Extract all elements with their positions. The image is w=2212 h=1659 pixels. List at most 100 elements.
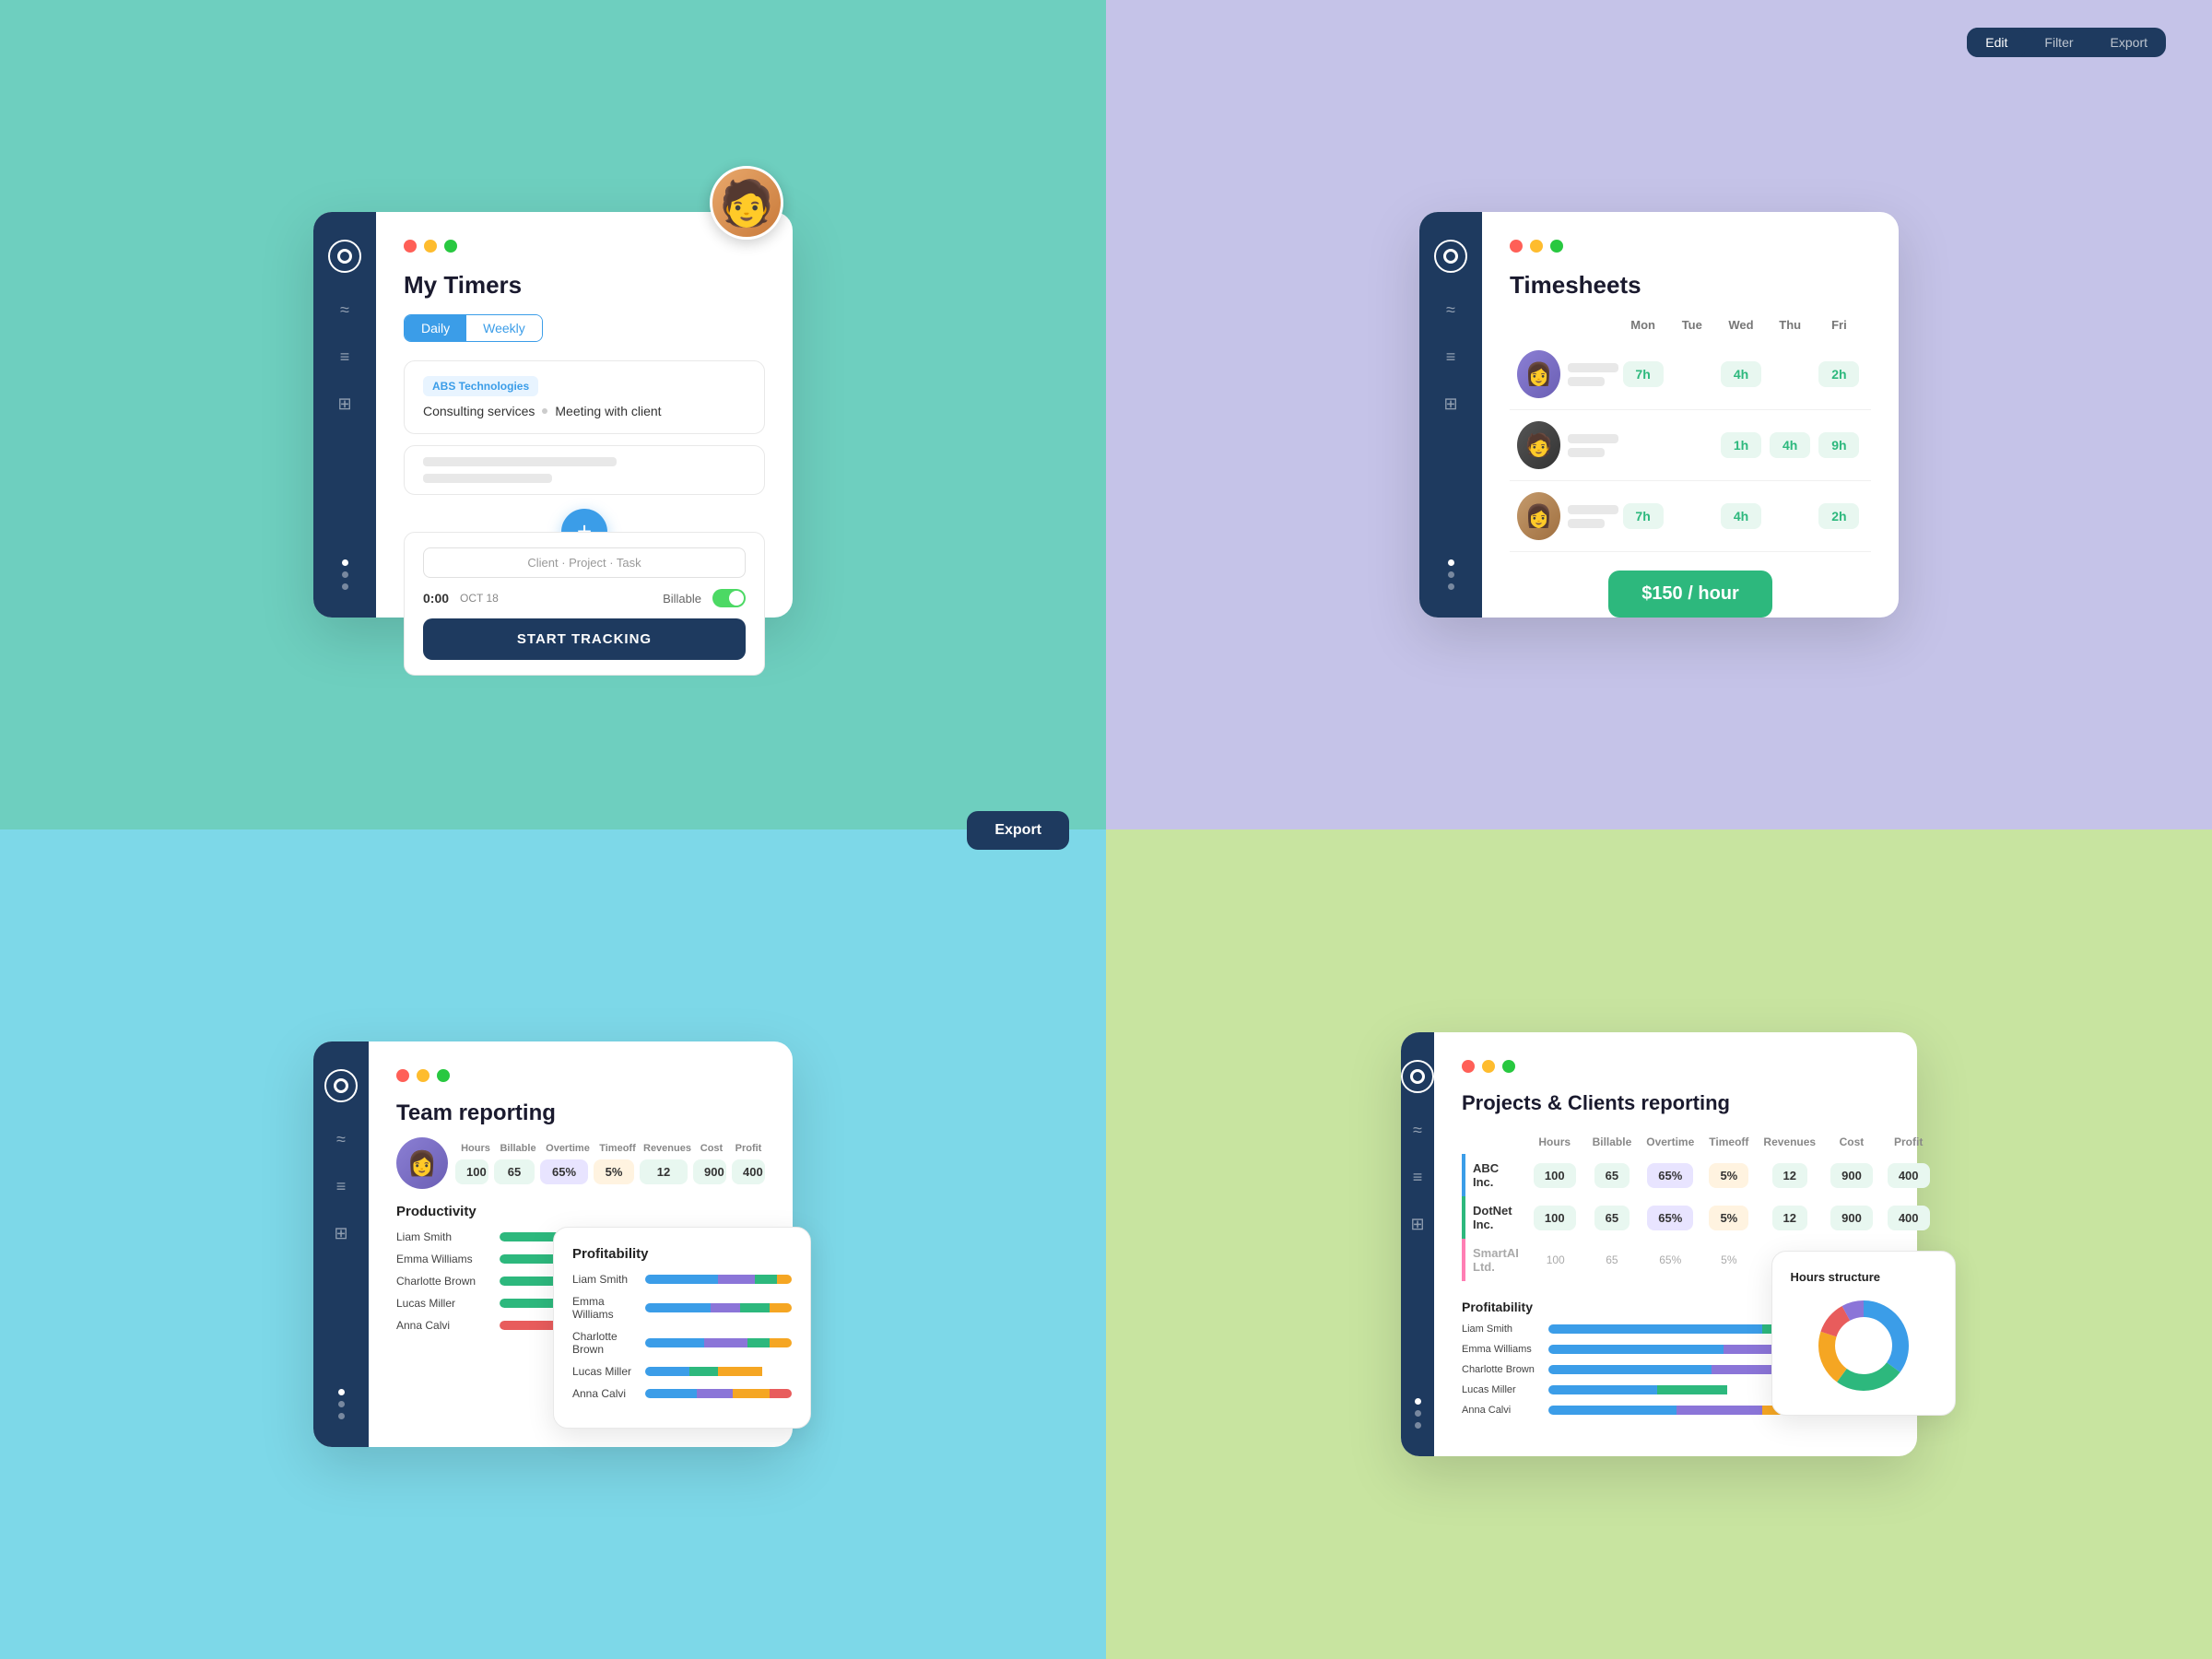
ts-person-3: 👩 — [1517, 492, 1618, 540]
timer-card-1: ABS Technologies Consulting services Mee… — [404, 360, 765, 434]
stat: 65% — [1647, 1163, 1693, 1188]
add-timer-section: + Client · Project · Task 0:00 OCT 18 Bi… — [404, 532, 765, 676]
day-thu: Thu — [1766, 318, 1815, 332]
bar-seg — [697, 1389, 734, 1398]
hours-cell: 4h — [1766, 432, 1815, 458]
stat: 900 — [1830, 1206, 1873, 1230]
stat: 65 — [1594, 1163, 1630, 1188]
bar-seg — [777, 1275, 792, 1284]
stat-overtime: 65% — [540, 1159, 588, 1184]
bar-seg — [733, 1389, 770, 1398]
stat-timeoff: 5% — [594, 1159, 634, 1184]
person-name: Emma Williams — [1462, 1344, 1537, 1355]
person-name: Liam Smith — [396, 1230, 488, 1243]
sidebar-dot — [338, 1389, 345, 1395]
ts-avatar-3: 👩 — [1517, 492, 1560, 540]
person-name: Liam Smith — [1462, 1324, 1537, 1335]
bar-seg — [1677, 1406, 1762, 1415]
timer-time: 0:00 — [423, 591, 449, 606]
bar-seg — [1548, 1345, 1724, 1354]
donut-chart — [1813, 1295, 1914, 1396]
toolbar-export[interactable]: Export — [2092, 28, 2166, 57]
tl-yellow — [417, 1069, 429, 1082]
traffic-lights — [1510, 240, 1871, 253]
sidebar-dot — [1448, 571, 1454, 578]
col-header-timeoff: Timeoff — [1701, 1130, 1756, 1154]
rate-container: $150 / hour — [1510, 571, 1871, 618]
multi-bar — [645, 1389, 792, 1398]
donut-svg — [1813, 1295, 1914, 1396]
stat: 400 — [1888, 1163, 1930, 1188]
sidebar-icon-grid[interactable]: ⊞ — [334, 1224, 347, 1243]
profitability-title: Profitability — [572, 1246, 792, 1262]
header-profit: Profit — [732, 1143, 765, 1154]
sidebar-icon-list[interactable]: ≡ — [1413, 1168, 1423, 1187]
billable-toggle[interactable] — [712, 589, 746, 607]
skeleton-name — [1568, 505, 1618, 514]
person-row: Emma Williams — [572, 1295, 792, 1321]
sidebar-icon-grid[interactable]: ⊞ — [1410, 1215, 1424, 1234]
sidebar-icon-chart[interactable]: ≈ — [1413, 1121, 1422, 1140]
day-fri: Fri — [1815, 318, 1864, 332]
user-avatar: 🧑 — [710, 166, 783, 240]
start-tracking-button[interactable]: START TRACKING — [423, 618, 746, 660]
hours-mon: 7h — [1623, 361, 1664, 387]
desc-text: Consulting services — [423, 404, 535, 418]
tl-red — [404, 240, 417, 253]
sidebar-logo — [328, 240, 361, 273]
stats-headers: Hours Billable Overtime Timeoff Revenues… — [455, 1143, 765, 1154]
tab-daily[interactable]: Daily — [405, 315, 466, 341]
person-name: Lucas Miller — [1462, 1384, 1537, 1395]
sidebar-icon-chart[interactable]: ≈ — [340, 300, 349, 320]
team-avatar: 👩 — [396, 1137, 448, 1189]
sidebar-icon-list[interactable]: ≡ — [340, 347, 350, 367]
col-header-hours: Hours — [1526, 1130, 1585, 1154]
timer-card-skeleton — [404, 445, 765, 495]
hours-structure-title: Hours structure — [1791, 1270, 1936, 1284]
sidebar-icon-chart[interactable]: ≈ — [1446, 300, 1455, 320]
export-button[interactable]: Export — [967, 811, 1069, 850]
form-selector[interactable]: Client · Project · Task — [423, 547, 746, 578]
toolbar-filter[interactable]: Filter — [2026, 28, 2091, 57]
sidebar-dots — [342, 559, 348, 590]
sidebar-icon-grid[interactable]: ⊞ — [1443, 394, 1457, 414]
person-name: Emma Williams — [572, 1295, 634, 1321]
traffic-lights — [404, 240, 765, 253]
sidebar-q1: ≈ ≡ ⊞ — [313, 212, 376, 618]
sidebar-icon-chart[interactable]: ≈ — [336, 1130, 346, 1149]
hours-cell: 4h — [1716, 503, 1765, 529]
sidebar-dot — [342, 559, 348, 566]
stats-values: 100 65 65% 5% 12 900 400 — [455, 1159, 765, 1184]
day-wed: Wed — [1716, 318, 1765, 332]
add-timer-form: Client · Project · Task 0:00 OCT 18 Bill… — [404, 532, 765, 676]
bar-seg — [1548, 1324, 1762, 1334]
skeleton-line — [423, 457, 617, 466]
bar-seg — [711, 1303, 740, 1312]
col-header-name — [1464, 1130, 1526, 1154]
skeleton-line — [423, 474, 552, 483]
stat: 400 — [1888, 1206, 1930, 1230]
person-name: Charlotte Brown — [1462, 1364, 1537, 1375]
sidebar-icon-list[interactable]: ≡ — [336, 1177, 347, 1196]
sidebar-dot — [1448, 559, 1454, 566]
person-name: Emma Williams — [396, 1253, 488, 1265]
sidebar-icon-grid[interactable]: ⊞ — [337, 394, 351, 414]
bar-seg — [1548, 1385, 1657, 1394]
ts-row-1: 👩 7h 4h 2h — [1510, 339, 1871, 410]
ts-row-3: 👩 7h 4h 2h — [1510, 481, 1871, 552]
sidebar-dot — [1415, 1422, 1421, 1429]
sidebar-logo — [1434, 240, 1467, 273]
page-title: Projects & Clients reporting — [1462, 1091, 1937, 1115]
stat: 12 — [1772, 1163, 1807, 1188]
multi-bar — [645, 1303, 792, 1312]
bar-seg — [770, 1389, 792, 1398]
tab-weekly[interactable]: Weekly — [466, 315, 542, 341]
bar-seg — [718, 1367, 762, 1376]
day-tue: Tue — [1667, 318, 1716, 332]
toolbar-edit[interactable]: Edit — [1967, 28, 2026, 57]
bar-seg — [755, 1275, 777, 1284]
tl-green — [444, 240, 457, 253]
sidebar-icon-list[interactable]: ≡ — [1446, 347, 1456, 367]
person-name: Anna Calvi — [572, 1387, 634, 1400]
person-name: Anna Calvi — [1462, 1405, 1537, 1416]
